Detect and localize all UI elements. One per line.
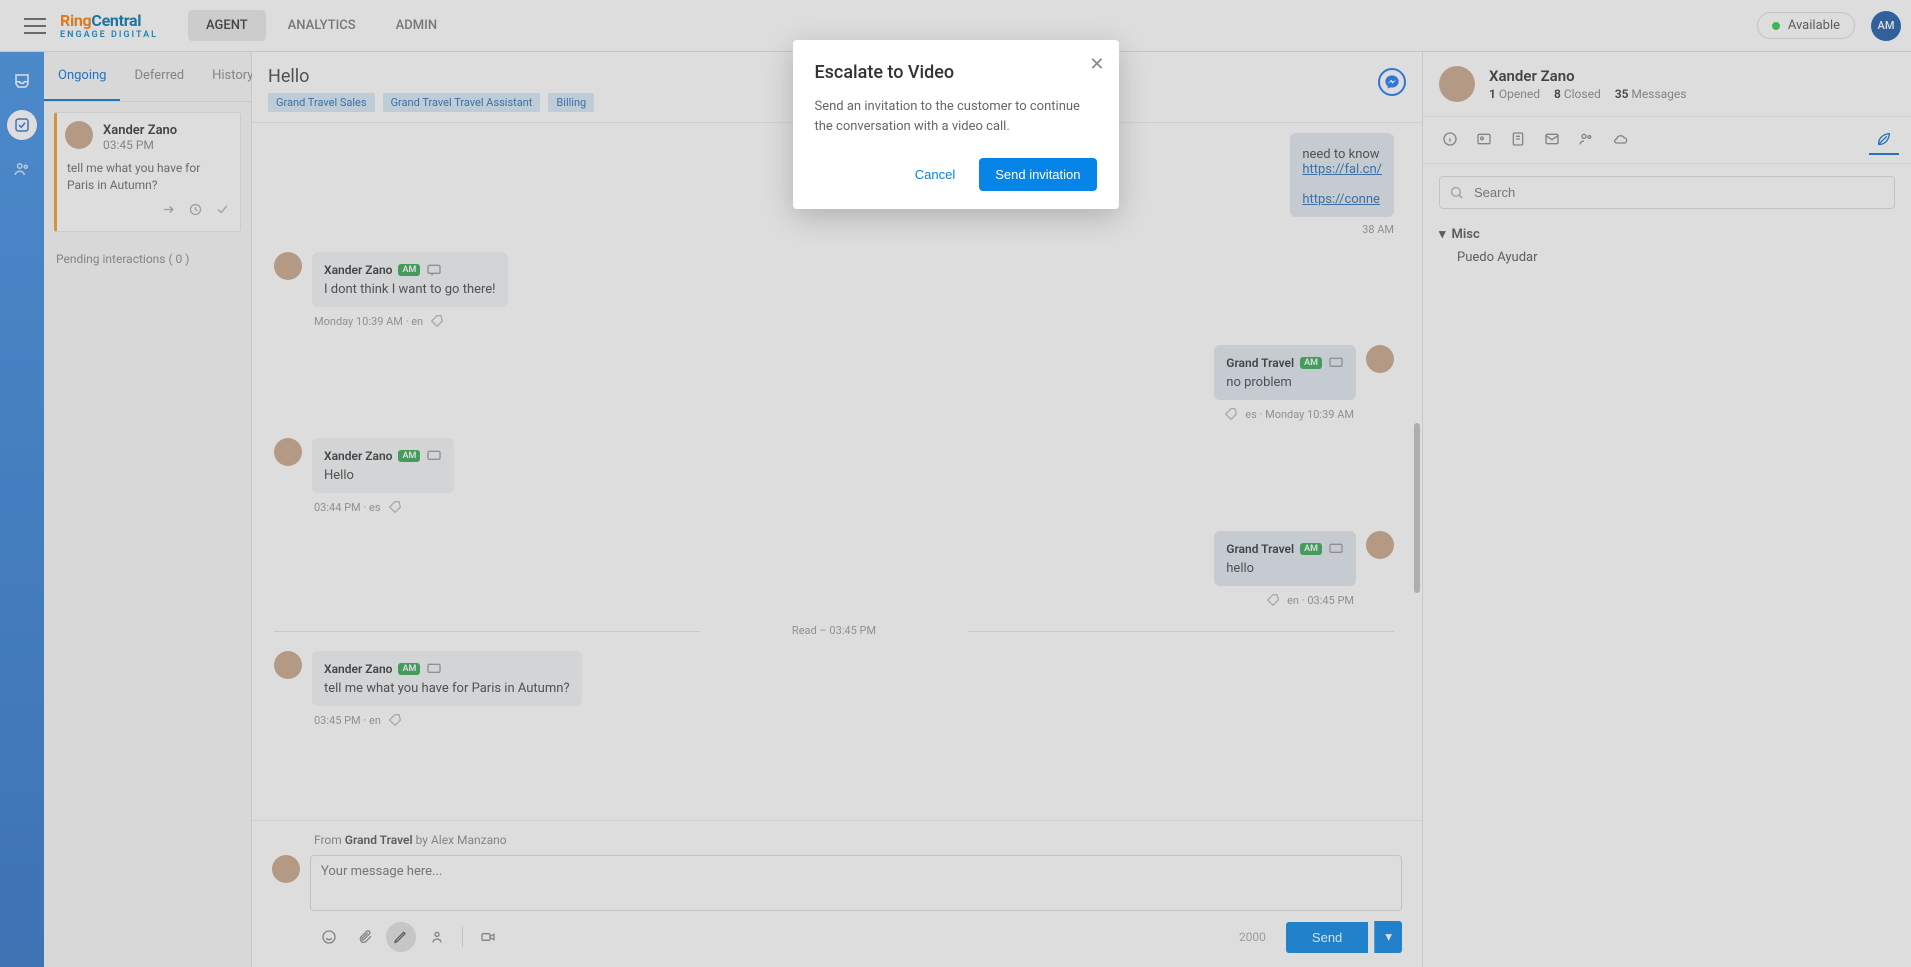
modal-title: Escalate to Video	[815, 62, 1097, 83]
modal-overlay[interactable]: ✕ Escalate to Video Send an invitation t…	[0, 0, 1911, 967]
send-invitation-button[interactable]: Send invitation	[979, 158, 1096, 191]
modal-body: Send an invitation to the customer to co…	[815, 97, 1097, 136]
close-icon[interactable]: ✕	[1089, 54, 1104, 75]
escalate-modal: ✕ Escalate to Video Send an invitation t…	[793, 40, 1119, 209]
cancel-button[interactable]: Cancel	[901, 158, 969, 191]
